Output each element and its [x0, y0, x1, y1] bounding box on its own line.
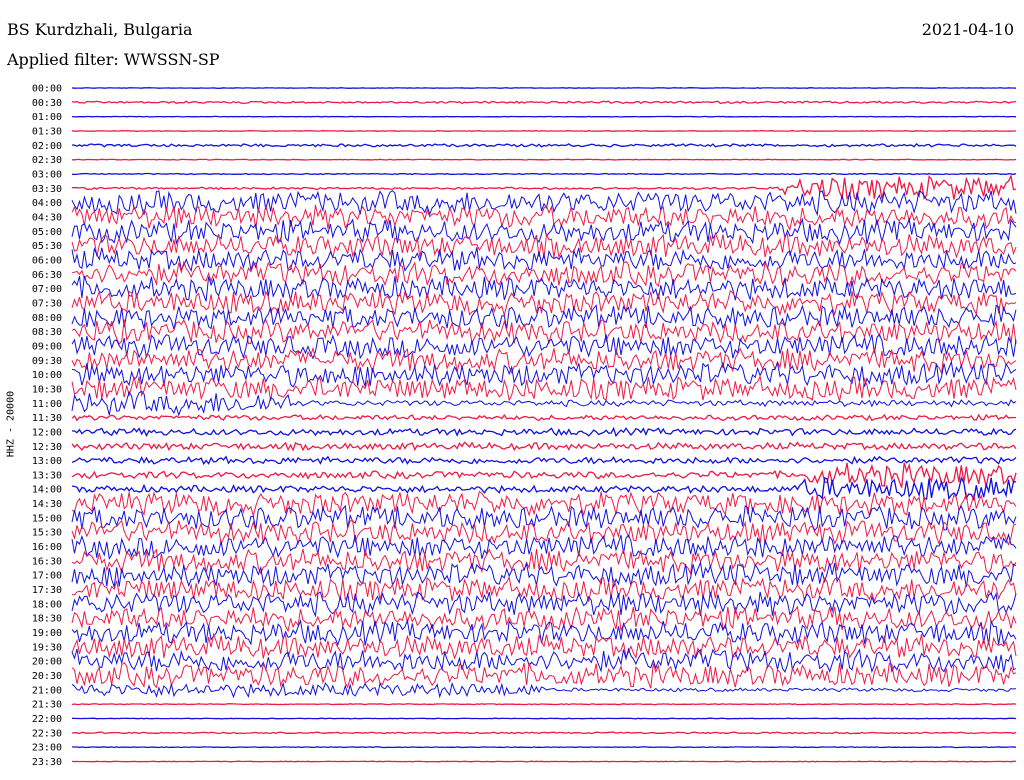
row-label: 07:30 — [32, 298, 62, 309]
row-label: 19:30 — [32, 642, 62, 653]
trace-line — [71, 731, 1017, 735]
trace-line — [71, 87, 1017, 89]
row-label: 17:00 — [32, 571, 62, 582]
row-label: 21:30 — [32, 700, 62, 711]
row-label: 06:00 — [32, 255, 62, 266]
row-label: 00:00 — [32, 84, 62, 95]
trace-line — [71, 426, 1017, 438]
trace-line — [71, 476, 1016, 502]
trace-line — [71, 172, 1017, 176]
row-label: 13:30 — [32, 470, 62, 481]
trace-line — [71, 130, 1017, 132]
trace-line — [71, 173, 1017, 201]
row-label: 21:00 — [32, 685, 62, 696]
row-label: 14:30 — [32, 499, 62, 510]
trace-line — [71, 717, 1017, 720]
row-label: 02:30 — [32, 155, 62, 166]
row-label: 09:30 — [32, 356, 62, 367]
row-label: 03:00 — [32, 169, 62, 180]
row-label: 17:30 — [32, 585, 62, 596]
helicorder-plot: 00:00 00:30 01:00 01:30 02:00 02:30 03:00 03:30… — [32, 84, 1017, 768]
row-label: 11:30 — [32, 413, 62, 424]
row-label: 01:00 — [32, 112, 62, 123]
trace-line — [71, 100, 1017, 105]
row-label: 12:30 — [32, 442, 62, 453]
row-label: 07:00 — [32, 284, 62, 295]
row-label: 16:30 — [32, 556, 62, 567]
row-label: 19:00 — [32, 628, 62, 639]
trace-line — [71, 490, 1017, 518]
row-label: 08:30 — [32, 327, 62, 338]
row-label: 04:30 — [32, 212, 62, 223]
row-label: 14:00 — [32, 485, 62, 496]
row-label: 00:30 — [32, 98, 62, 109]
row-label: 10:00 — [32, 370, 62, 381]
trace-line — [71, 618, 1017, 647]
row-label: 05:00 — [32, 227, 62, 238]
row-label: 22:30 — [32, 728, 62, 739]
trace-line — [71, 760, 1017, 763]
row-label: 20:30 — [32, 671, 62, 682]
row-label: 18:30 — [32, 614, 62, 625]
trace-line — [71, 703, 1017, 706]
trace-line — [71, 746, 1017, 749]
trace-line — [71, 390, 1017, 417]
row-label: 06:30 — [32, 270, 62, 281]
row-label: 15:00 — [32, 513, 62, 524]
row-label: 20:00 — [32, 657, 62, 668]
trace-line — [71, 441, 1017, 452]
row-label: 10:30 — [32, 384, 62, 395]
row-label: 15:30 — [32, 528, 62, 539]
row-label: 13:00 — [32, 456, 62, 467]
row-label: 18:00 — [32, 599, 62, 610]
row-label: 05:30 — [32, 241, 62, 252]
trace-line — [71, 681, 1017, 699]
row-label: 09:00 — [32, 341, 62, 352]
trace-line — [71, 333, 1017, 360]
row-label: 23:30 — [32, 757, 62, 768]
trace-line — [71, 605, 1017, 633]
trace-line — [71, 374, 1017, 402]
row-label: 04:00 — [32, 198, 62, 209]
trace-line — [72, 158, 1017, 161]
row-label: 08:00 — [32, 313, 62, 324]
trace-line — [71, 115, 1017, 118]
row-label: 03:30 — [32, 184, 62, 195]
trace-line — [71, 413, 1017, 422]
row-label: 01:30 — [32, 126, 62, 137]
row-label: 11:00 — [32, 399, 62, 410]
trace-line — [71, 247, 1017, 273]
trace-line — [71, 142, 1017, 148]
row-label: 16:00 — [32, 542, 62, 553]
row-label: 22:00 — [32, 714, 62, 725]
trace-line — [71, 632, 1017, 660]
trace-line — [71, 318, 1017, 346]
row-label: 23:00 — [32, 743, 62, 754]
trace-line — [71, 455, 1017, 466]
trace-line — [71, 360, 1017, 388]
row-label: 12:00 — [32, 427, 62, 438]
row-label: 02:00 — [32, 141, 62, 152]
